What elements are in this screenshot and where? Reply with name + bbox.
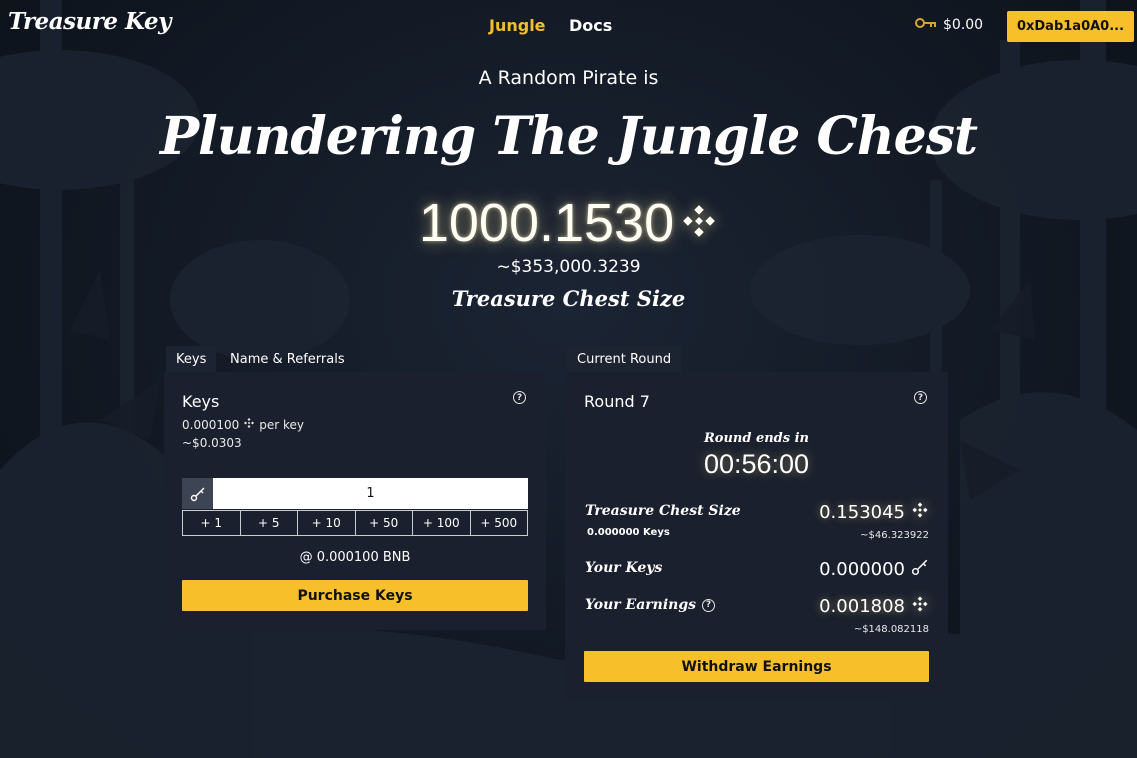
your-earnings-stat: 0.001808 bbox=[819, 595, 929, 618]
chest-size-stat: 0.153045 bbox=[819, 501, 929, 524]
key-icon bbox=[182, 478, 213, 509]
increment-100-button[interactable]: + 100 bbox=[412, 510, 471, 536]
your-earnings-value: 0.001808 bbox=[819, 596, 905, 617]
purchase-keys-button[interactable]: Purchase Keys bbox=[182, 580, 528, 611]
bnb-icon bbox=[243, 417, 255, 432]
bnb-icon bbox=[911, 595, 929, 618]
wallet-address-button[interactable]: 0xDab1a0A0... bbox=[1007, 11, 1134, 42]
bnb-icon bbox=[680, 202, 718, 244]
tab-name-referrals[interactable]: Name & Referrals bbox=[220, 346, 355, 372]
tab-keys[interactable]: Keys bbox=[166, 346, 217, 372]
increment-5-button[interactable]: + 5 bbox=[239, 510, 298, 536]
wallet-balance-value: $0.00 bbox=[943, 17, 984, 33]
chest-size-stat-value: 0.153045 bbox=[819, 502, 905, 523]
app-logo[interactable]: Treasure Key bbox=[8, 8, 172, 35]
increment-buttons: + 1 + 5 + 10 + 50 + 100 + 500 bbox=[182, 510, 528, 536]
your-earnings-label: Your Earnings bbox=[585, 597, 697, 613]
nav-jungle-link[interactable]: Jungle bbox=[489, 16, 546, 35]
your-keys-stat: 0.000000 bbox=[819, 558, 929, 581]
nav-docs-link[interactable]: Docs bbox=[569, 16, 612, 35]
increment-500-button[interactable]: + 500 bbox=[469, 510, 528, 536]
per-key-label: per key bbox=[259, 417, 305, 432]
quantity-input[interactable]: 1 bbox=[213, 478, 528, 509]
chest-keys-count: 0.000000 Keys bbox=[587, 527, 670, 538]
chest-size-stat-usd: ~$46.323922 bbox=[860, 530, 929, 541]
increment-50-button[interactable]: + 50 bbox=[354, 510, 413, 536]
help-icon[interactable]: ? bbox=[513, 391, 526, 404]
increment-1-button[interactable]: + 1 bbox=[182, 510, 241, 536]
price-per-key-value: 0.000100 bbox=[182, 417, 240, 432]
chest-size-stat-label: Treasure Chest Size bbox=[585, 503, 741, 519]
hero-headline: Plundering The Jungle Chest bbox=[159, 106, 978, 167]
key-icon bbox=[915, 17, 937, 33]
your-keys-value: 0.000000 bbox=[819, 559, 905, 580]
key-icon bbox=[911, 558, 929, 581]
chest-usd-value: ~$353,000.3239 bbox=[496, 257, 641, 277]
help-icon[interactable]: ? bbox=[702, 598, 716, 612]
round-title: Round 7 bbox=[584, 392, 650, 411]
withdraw-earnings-button[interactable]: Withdraw Earnings bbox=[584, 651, 929, 682]
price-usd: ~$0.0303 bbox=[182, 436, 242, 450]
increment-10-button[interactable]: + 10 bbox=[297, 510, 356, 536]
chest-amount-value: 1000.1530 bbox=[418, 193, 675, 253]
keys-panel-title: Keys bbox=[182, 392, 220, 411]
help-icon[interactable]: ? bbox=[914, 391, 927, 404]
price-per-key: 0.000100 per key bbox=[182, 417, 304, 432]
your-earnings-usd: ~$148.082118 bbox=[853, 624, 929, 635]
chest-amount: 1000.1530 bbox=[0, 192, 1137, 254]
tab-current-round[interactable]: Current Round bbox=[567, 346, 682, 372]
chest-size-label: Treasure Chest Size bbox=[451, 286, 686, 311]
bnb-icon bbox=[911, 501, 929, 524]
round-ends-label: Round ends in bbox=[703, 431, 810, 446]
your-keys-label: Your Keys bbox=[585, 560, 663, 576]
wallet-balance: $0.00 bbox=[915, 17, 983, 33]
your-earnings-label-row: Your Earnings ? bbox=[585, 597, 716, 613]
round-timer: 00:56:00 bbox=[703, 449, 810, 479]
at-price: @ 0.000100 BNB bbox=[299, 550, 411, 565]
hero-subtitle: A Random Pirate is bbox=[478, 67, 659, 89]
quantity-row: 1 bbox=[182, 478, 528, 509]
